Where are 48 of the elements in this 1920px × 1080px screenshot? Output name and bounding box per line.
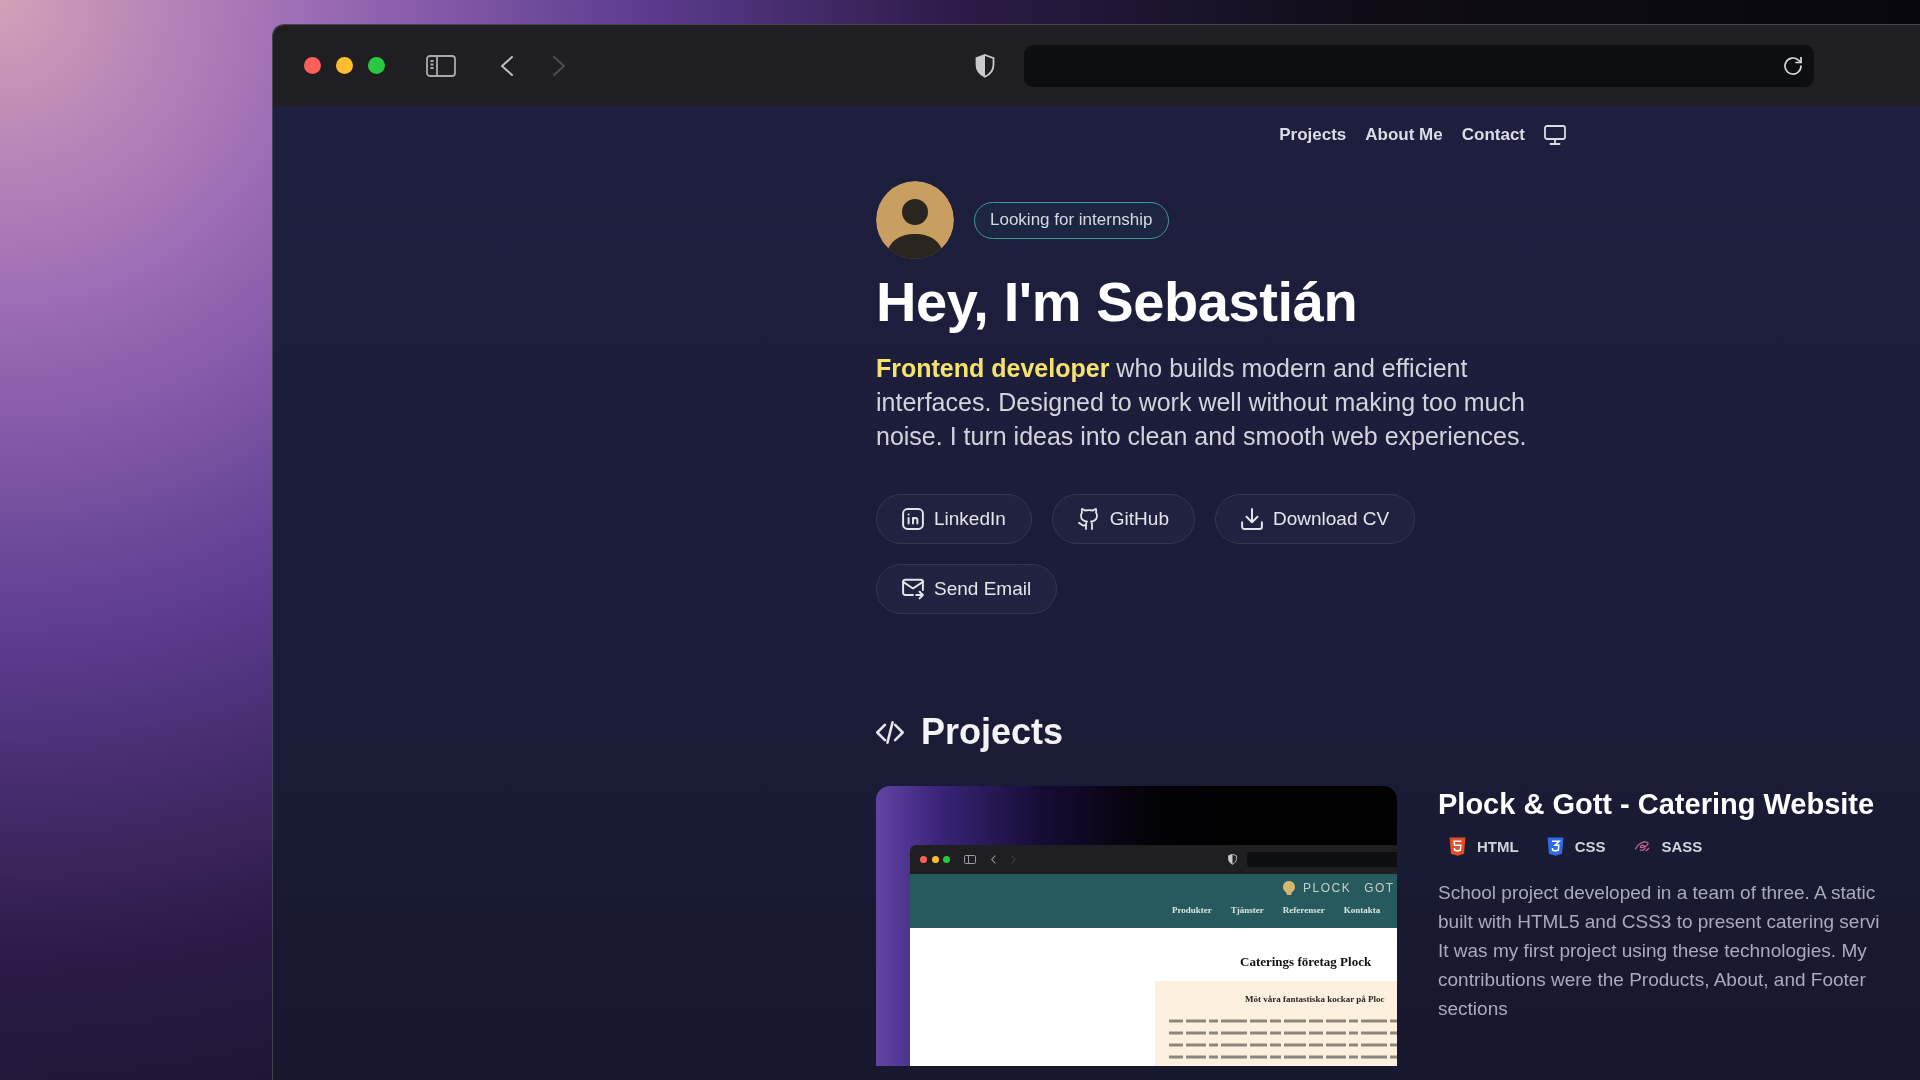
site-menu-text: Tjänster xyxy=(1230,905,1264,915)
close-button[interactable] xyxy=(304,57,321,74)
nav-link[interactable]: Contact xyxy=(1461,125,1525,145)
email-button[interactable]: Send Email xyxy=(876,564,1058,614)
html5-icon xyxy=(1449,837,1466,856)
logo-icon xyxy=(1282,880,1296,896)
site-menu-text: Referenser xyxy=(1282,905,1325,915)
monitor-icon[interactable] xyxy=(1544,125,1566,145)
tech-label: SASS xyxy=(1661,838,1703,855)
code-icon xyxy=(876,720,904,744)
shield-icon xyxy=(1227,854,1237,865)
tech-label: CSS xyxy=(1574,838,1606,855)
site-logo-text: GOT xyxy=(1364,881,1395,895)
sidebar-icon xyxy=(963,855,976,864)
css3-icon xyxy=(1546,837,1564,856)
site-logo-text: PLOCK xyxy=(1303,881,1352,895)
avatar-icon xyxy=(876,181,954,259)
reload-icon[interactable] xyxy=(1783,55,1803,76)
window-dot-icon xyxy=(943,856,950,863)
window-dot-icon xyxy=(931,856,939,863)
chevron-left-icon[interactable] xyxy=(501,55,513,76)
profile-link-button[interactable]: GitHub xyxy=(1051,494,1195,544)
project-description: School project developed in a team of three. A static built with HTML5 and CSS3 to present catering servi It was my first project using these technologies. My contributions were the Products, About, and Footer sections xyxy=(1438,881,1881,1021)
tech-label: HTML xyxy=(1477,838,1519,855)
zoom-button[interactable] xyxy=(368,57,385,74)
sidebar-icon[interactable] xyxy=(426,54,456,77)
nav-link[interactable]: About Me xyxy=(1365,125,1443,145)
github-icon xyxy=(1077,508,1100,530)
shield-icon[interactable] xyxy=(975,53,995,78)
mail-forward-icon xyxy=(902,578,924,600)
project-title: Plock & Gott - Catering Website xyxy=(1438,787,1876,822)
nav-link[interactable]: Projects xyxy=(1279,125,1347,145)
hero-title: Hey, I'm Sebastián xyxy=(876,271,1359,333)
download-icon xyxy=(1241,508,1263,530)
download-button[interactable]: Download CV xyxy=(1215,494,1416,544)
chevron-right-icon xyxy=(1010,855,1016,864)
linkedin-icon xyxy=(902,508,924,530)
site-subheading: Möt våra fantastiska kockar på Ploc xyxy=(1244,993,1386,1005)
window-dot-icon xyxy=(920,856,927,863)
site-menu-text: Produkter xyxy=(1172,905,1212,915)
chevron-left-icon xyxy=(990,855,996,864)
profile-link-button[interactable]: LinkedIn xyxy=(876,494,1032,544)
status-badge: Looking for internship xyxy=(974,201,1169,239)
site-menu-text: Kontakta xyxy=(1343,905,1381,915)
site-heading: Caterings företag Plock xyxy=(1240,954,1373,970)
section-heading: Projects xyxy=(921,710,1064,754)
minimize-button[interactable] xyxy=(336,57,353,74)
intro-paragraph: Frontend developer who builds modern and efficient interfaces. Designed to work well without making too much noise. I turn ideas into clean and smooth web experiences. xyxy=(876,353,1528,452)
